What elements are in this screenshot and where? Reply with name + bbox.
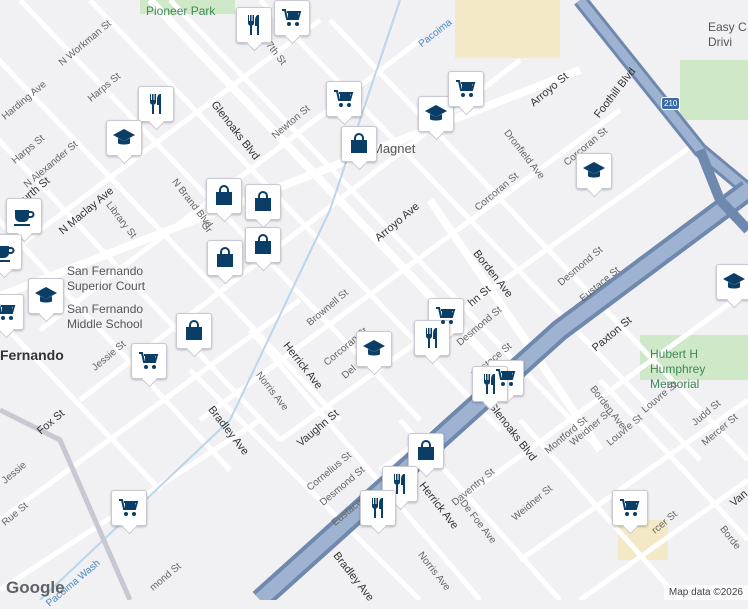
place-easy-drive: Easy C Drivi: [708, 20, 747, 49]
school-icon: [363, 340, 385, 356]
place-city: Fernando: [0, 347, 64, 363]
google-logo: Google: [6, 578, 65, 597]
park-area-top: [455, 0, 560, 58]
park-area-right: [680, 60, 748, 120]
place-courthouse: San Fernando Superior Court: [67, 264, 146, 293]
coffee-cup-icon: [14, 210, 35, 226]
shopping-marker[interactable]: [176, 313, 212, 349]
cart-icon: [620, 499, 640, 516]
restaurant-icon: [150, 94, 161, 114]
school-marker[interactable]: [576, 153, 612, 189]
cart-icon: [456, 80, 476, 97]
school-icon: [425, 105, 447, 121]
cart-icon: [282, 9, 302, 26]
coffee-cup-icon: [0, 246, 15, 262]
shopping-bag-icon: [418, 440, 434, 460]
shopping-marker[interactable]: [207, 240, 243, 276]
map-attribution[interactable]: Map data ©2026: [663, 585, 748, 600]
cart-icon: [0, 303, 16, 320]
grocery-marker[interactable]: [612, 490, 648, 526]
school-icon: [583, 162, 605, 178]
cart-icon: [436, 307, 456, 324]
highway-shield-210: 210: [661, 97, 681, 110]
restaurant-icon: [248, 15, 259, 35]
shopping-bag-icon: [217, 247, 233, 267]
shopping-bag-icon: [186, 320, 202, 340]
shopping-marker[interactable]: [206, 178, 242, 214]
restaurant-marker[interactable]: [236, 7, 272, 43]
place-magnet: Magnet: [372, 141, 416, 156]
grocery-marker[interactable]: [0, 294, 24, 330]
restaurant-icon: [484, 374, 495, 394]
restaurant-icon: [372, 498, 383, 518]
shopping-marker[interactable]: [408, 433, 444, 469]
school-icon: [113, 129, 135, 145]
shopping-bag-icon: [255, 191, 271, 211]
shopping-marker[interactable]: [245, 184, 281, 220]
shopping-bag-icon: [351, 133, 367, 153]
place-pioneer-park: Pioneer Park: [146, 4, 216, 18]
cart-icon: [139, 352, 159, 369]
cart-icon: [334, 90, 354, 107]
place-middle-school: San Fernando Middle School: [67, 302, 144, 331]
school-marker[interactable]: [716, 264, 748, 300]
restaurant-icon: [394, 474, 405, 494]
grocery-marker[interactable]: [274, 0, 310, 36]
school-marker[interactable]: [106, 120, 142, 156]
restaurant-marker[interactable]: [138, 86, 174, 122]
cafe-marker[interactable]: [6, 198, 42, 234]
grocery-marker[interactable]: [448, 71, 484, 107]
grocery-marker[interactable]: [111, 490, 147, 526]
shopping-marker[interactable]: [245, 227, 281, 263]
school-marker[interactable]: [356, 331, 392, 367]
grocery-marker[interactable]: [131, 343, 167, 379]
cart-icon: [119, 499, 139, 516]
school-marker[interactable]: [28, 278, 64, 314]
school-icon: [723, 273, 745, 289]
shopping-bag-icon: [255, 234, 271, 254]
grocery-marker[interactable]: [326, 81, 362, 117]
shopping-bag-icon: [216, 185, 232, 205]
school-icon: [35, 287, 57, 303]
shopping-marker[interactable]: [341, 126, 377, 162]
restaurant-icon: [426, 328, 437, 348]
cafe-marker[interactable]: [0, 234, 22, 270]
